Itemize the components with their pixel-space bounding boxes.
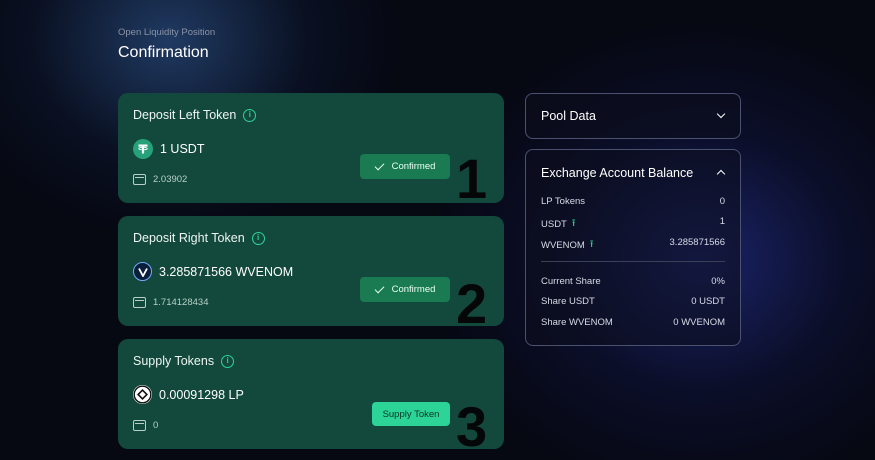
button-label: Confirmed bbox=[391, 161, 436, 172]
deposit-right-token-card: Deposit Right Token i 3.285871566 WVENOM… bbox=[118, 216, 504, 326]
supply-tokens-card: Supply Tokens i 0.00091298 LP 0 Supply T… bbox=[118, 339, 504, 449]
row-label: LP Tokens bbox=[541, 196, 586, 207]
page-title: Confirmation bbox=[118, 44, 209, 61]
check-icon bbox=[374, 160, 385, 170]
venom-icon bbox=[133, 262, 152, 281]
wallet-balance: 2.03902 bbox=[153, 174, 188, 185]
row-value: 0 bbox=[719, 196, 725, 207]
panel-title: Exchange Account Balance bbox=[541, 166, 694, 180]
chevron-down-icon[interactable] bbox=[716, 109, 726, 119]
balance-row-lp-tokens: LP Tokens 0 bbox=[541, 196, 725, 207]
supply-token-button[interactable]: Supply Token bbox=[372, 402, 450, 426]
row-label: WVENOM bbox=[541, 240, 585, 251]
card-title: Deposit Left Token bbox=[133, 108, 237, 122]
chevron-up-icon[interactable] bbox=[716, 169, 726, 179]
token-amount: 1 USDT bbox=[160, 142, 205, 156]
row-value: 0 WVENOM bbox=[673, 317, 725, 328]
info-icon[interactable]: i bbox=[243, 108, 257, 122]
wallet-icon bbox=[133, 297, 146, 308]
row-value: 0% bbox=[711, 276, 725, 287]
deposit-left-token-card: Deposit Left Token i 1 USDT 2.03902 Conf… bbox=[118, 93, 504, 203]
panel-title: Pool Data bbox=[541, 109, 596, 123]
check-icon bbox=[374, 283, 385, 293]
usdt-icon bbox=[133, 139, 153, 159]
step-number: 3 bbox=[456, 395, 488, 450]
balance-row-usdt: USDT ⭱ 1 bbox=[541, 216, 725, 233]
page-subtitle: Open Liquidity Position bbox=[118, 27, 216, 38]
row-value: 0 USDT bbox=[691, 296, 725, 307]
token-amount: 3.285871566 WVENOM bbox=[159, 264, 294, 279]
info-icon[interactable]: i bbox=[251, 231, 265, 245]
row-value: 3.285871566 bbox=[669, 237, 725, 248]
share-row-usdt: Share USDT 0 USDT bbox=[541, 296, 725, 307]
card-title: Supply Tokens bbox=[133, 354, 215, 368]
info-icon[interactable]: i bbox=[221, 354, 235, 368]
step-number: 2 bbox=[456, 272, 488, 327]
confirmed-button[interactable]: Confirmed bbox=[360, 277, 450, 302]
wallet-balance: 1.714128434 bbox=[153, 297, 209, 308]
balance-row-wvenom: WVENOM ⭱ 3.285871566 bbox=[541, 237, 725, 254]
card-title: Deposit Right Token bbox=[133, 231, 245, 245]
step-number: 1 bbox=[456, 147, 488, 204]
row-label: Current Share bbox=[541, 276, 601, 287]
row-value: 1 bbox=[719, 216, 725, 227]
lp-token-icon bbox=[133, 385, 152, 404]
token-amount: 0.00091298 LP bbox=[159, 387, 244, 402]
button-label: Confirmed bbox=[391, 284, 436, 295]
wallet-icon bbox=[133, 174, 146, 185]
exchange-account-balance-panel: Exchange Account Balance LP Tokens 0 USD… bbox=[525, 149, 741, 346]
confirmed-button[interactable]: Confirmed bbox=[360, 154, 450, 179]
row-label: USDT bbox=[541, 219, 567, 230]
upload-arrow-icon[interactable]: ⭱ bbox=[590, 237, 594, 254]
wallet-icon bbox=[133, 420, 146, 431]
row-label: Share USDT bbox=[541, 296, 595, 307]
share-row-wvenom: Share WVENOM 0 WVENOM bbox=[541, 317, 725, 328]
wallet-balance: 0 bbox=[153, 420, 159, 431]
share-row-current: Current Share 0% bbox=[541, 276, 725, 287]
upload-arrow-icon[interactable]: ⭱ bbox=[572, 216, 576, 233]
divider bbox=[541, 261, 725, 262]
button-label: Supply Token bbox=[382, 408, 440, 420]
pool-data-panel[interactable]: Pool Data bbox=[525, 93, 741, 139]
row-label: Share WVENOM bbox=[541, 317, 613, 328]
